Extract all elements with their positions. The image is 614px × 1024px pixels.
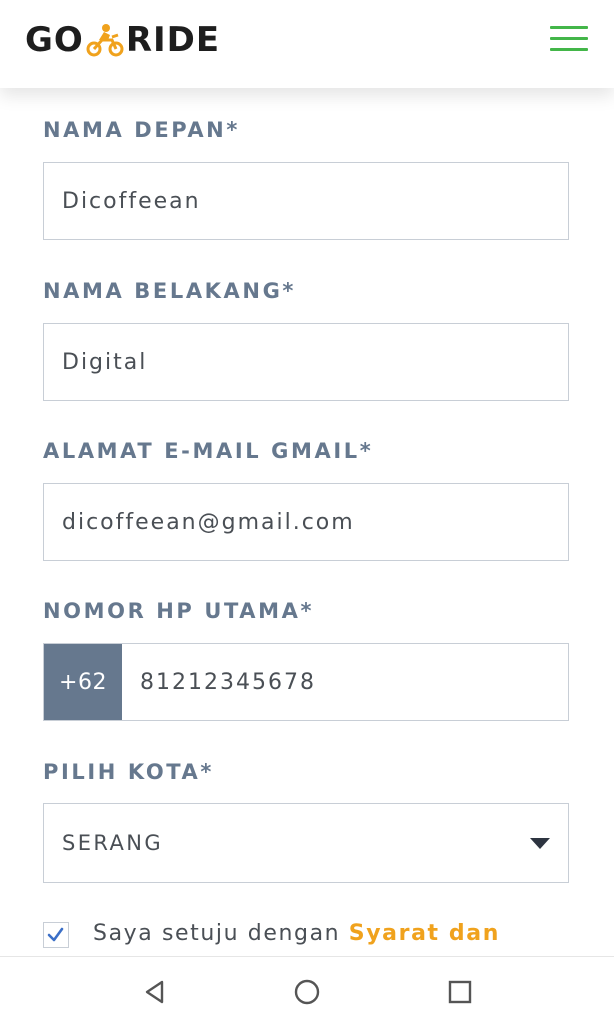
city-label: PILIH KOTA* bbox=[43, 760, 214, 784]
agree-checkbox[interactable] bbox=[43, 922, 69, 948]
city-select[interactable]: SERANG bbox=[43, 803, 569, 883]
logo-text-ride: RIDE bbox=[125, 20, 221, 60]
recents-square-icon[interactable] bbox=[445, 977, 475, 1007]
agree-statement: Saya setuju dengan bbox=[93, 921, 341, 946]
system-navigation-bar bbox=[0, 956, 614, 1024]
home-circle-icon[interactable] bbox=[292, 977, 322, 1007]
last-name-label: NAMA BELAKANG* bbox=[43, 279, 296, 303]
logo-text-go: GO bbox=[25, 20, 84, 60]
phone-field: +62 bbox=[43, 643, 569, 721]
first-name-label: NAMA DEPAN* bbox=[43, 118, 240, 142]
agree-text: Saya setuju dengan Syarat dan bbox=[93, 921, 500, 946]
last-name-input[interactable] bbox=[43, 323, 569, 401]
checkmark-icon bbox=[47, 927, 64, 942]
motorbike-rider-icon bbox=[86, 24, 124, 57]
country-code-prefix: +62 bbox=[44, 644, 122, 720]
terms-link[interactable]: Syarat dan bbox=[349, 921, 500, 946]
email-label: ALAMAT E-MAIL GMAIL* bbox=[43, 439, 374, 463]
email-input[interactable] bbox=[43, 483, 569, 561]
back-triangle-icon[interactable] bbox=[140, 977, 170, 1007]
phone-input[interactable] bbox=[122, 644, 568, 720]
app-header: GO RIDE bbox=[0, 0, 614, 88]
page: GO RIDE NAMA DEPAN* NAMA BELAKANG* ALAMA… bbox=[0, 0, 614, 1024]
first-name-input[interactable] bbox=[43, 162, 569, 240]
hamburger-menu-icon[interactable] bbox=[550, 24, 588, 54]
goride-logo[interactable]: GO RIDE bbox=[25, 20, 220, 60]
chevron-down-icon bbox=[530, 838, 550, 849]
city-selected-value: SERANG bbox=[62, 831, 164, 855]
phone-label: NOMOR HP UTAMA* bbox=[43, 599, 315, 623]
